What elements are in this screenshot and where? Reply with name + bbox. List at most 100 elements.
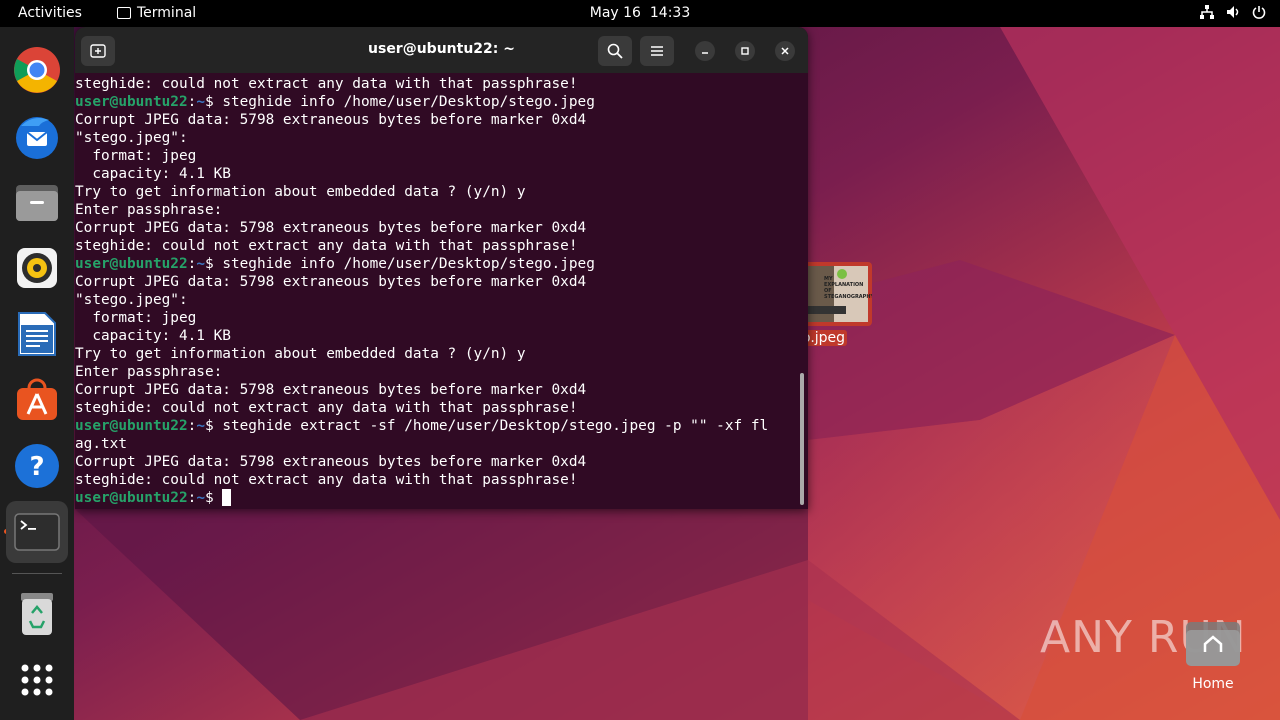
minimize-icon xyxy=(702,52,708,54)
prompt-symbol: $ xyxy=(204,418,214,434)
terminal-output-line: Enter passphrase: xyxy=(75,364,223,380)
maximize-button[interactable] xyxy=(735,41,755,61)
terminal-output-line: steghide: could not extract any data wit… xyxy=(75,400,578,416)
close-icon xyxy=(781,47,789,55)
desktop-file-stego[interactable]: MY EXPLANATION OF STEGANOGRAPHY o.jpeg xyxy=(800,262,874,346)
prompt-colon: : xyxy=(187,418,197,434)
activities-button[interactable]: Activities xyxy=(18,5,82,21)
dock-help[interactable]: ? xyxy=(12,441,62,491)
volume-icon xyxy=(1226,5,1240,23)
terminal-output-line: Corrupt JPEG data: 5798 extraneous bytes… xyxy=(75,454,587,470)
home-folder-icon xyxy=(1186,622,1240,666)
scrollbar[interactable] xyxy=(800,373,804,505)
file-thumbnail: MY EXPLANATION OF STEGANOGRAPHY xyxy=(800,262,872,326)
terminal-output-line: Try to get information about embedded da… xyxy=(75,184,526,200)
prompt-path: ~ xyxy=(196,490,205,506)
dock-show-apps[interactable] xyxy=(12,655,62,705)
top-bar: Activities Terminal May 16 14:33 xyxy=(0,0,1280,27)
search-icon xyxy=(607,43,623,59)
terminal-command-line: user@ubuntu22:~$ steghide info /home/use… xyxy=(75,255,808,273)
terminal-output-line: "stego.jpeg": xyxy=(75,130,188,146)
prompt-symbol: $ xyxy=(204,256,214,272)
prompt-path: ~ xyxy=(196,418,205,434)
command-text: steghide info /home/user/Desktop/stego.j… xyxy=(213,256,595,272)
apps-grid-icon xyxy=(21,664,53,696)
hamburger-icon xyxy=(651,46,663,56)
dock-files[interactable] xyxy=(12,177,62,227)
terminal-output-line: Corrupt JPEG data: 5798 extraneous bytes… xyxy=(75,382,587,398)
menu-button[interactable] xyxy=(640,36,674,66)
terminal-command-line: user@ubuntu22:~$ xyxy=(75,489,808,507)
prompt-path: ~ xyxy=(196,256,205,272)
app-center-icon xyxy=(17,378,57,420)
terminal-output-line: Enter passphrase: xyxy=(75,202,223,218)
terminal-command-line: user@ubuntu22:~$ steghide info /home/use… xyxy=(75,93,808,111)
thunderbird-icon xyxy=(16,117,58,159)
prompt-user: user@ubuntu22 xyxy=(75,94,188,110)
app-menu[interactable]: Terminal xyxy=(117,5,196,21)
prompt-user: user@ubuntu22 xyxy=(75,256,188,272)
terminal-window[interactable]: user@ubuntu22: ~ steghide: could not ext… xyxy=(75,27,808,509)
terminal-output[interactable]: steghide: could not extract any data wit… xyxy=(75,73,808,509)
network-icon xyxy=(1200,5,1214,23)
search-button[interactable] xyxy=(598,36,632,66)
home-label: Home xyxy=(1192,676,1234,692)
writer-icon xyxy=(18,312,56,356)
terminal-titlebar[interactable]: user@ubuntu22: ~ xyxy=(75,27,808,73)
terminal-output-line: format: jpeg xyxy=(75,148,197,164)
maximize-icon xyxy=(741,47,749,55)
terminal-output-line: Try to get information about embedded da… xyxy=(75,346,526,362)
terminal-output-line: Corrupt JPEG data: 5798 extraneous bytes… xyxy=(75,220,587,236)
close-button[interactable] xyxy=(775,41,795,61)
terminal-output-line: Corrupt JPEG data: 5798 extraneous bytes… xyxy=(75,274,587,290)
dock-rhythmbox[interactable] xyxy=(12,243,62,293)
dock-thunderbird[interactable] xyxy=(12,111,62,161)
time-label: 14:33 xyxy=(649,5,691,21)
files-icon xyxy=(16,185,58,221)
prompt-symbol: $ xyxy=(204,94,214,110)
terminal-output-line: format: jpeg xyxy=(75,310,197,326)
terminal-icon xyxy=(14,513,60,551)
minimize-button[interactable] xyxy=(695,41,715,61)
app-name-label: Terminal xyxy=(137,5,197,21)
svg-text:?: ? xyxy=(29,452,44,482)
text-cursor xyxy=(222,489,232,506)
terminal-icon xyxy=(117,7,131,19)
prompt-user: user@ubuntu22 xyxy=(75,418,188,434)
command-text: steghide extract -sf /home/user/Desktop/… xyxy=(213,418,769,434)
terminal-output-line: "stego.jpeg": xyxy=(75,292,188,308)
terminal-output-line: steghide: could not extract any data wit… xyxy=(75,238,578,254)
terminal-output-line: capacity: 4.1 KB xyxy=(75,328,231,344)
dock-chrome[interactable] xyxy=(12,45,62,95)
command-text: steghide info /home/user/Desktop/stego.j… xyxy=(213,94,595,110)
terminal-output-line: Corrupt JPEG data: 5798 extraneous bytes… xyxy=(75,112,587,128)
chrome-icon xyxy=(14,47,60,93)
terminal-output-line: capacity: 4.1 KB xyxy=(75,166,231,182)
terminal-output-line: ag.txt xyxy=(75,436,127,452)
prompt-colon: : xyxy=(187,94,197,110)
rhythmbox-icon xyxy=(17,248,57,288)
dock-app-center[interactable] xyxy=(12,375,62,425)
prompt-user: user@ubuntu22 xyxy=(75,490,188,506)
power-icon xyxy=(1252,5,1266,23)
date-label: May 16 xyxy=(589,5,641,21)
dock-trash[interactable] xyxy=(12,589,62,639)
terminal-output-line: steghide: could not extract any data wit… xyxy=(75,472,578,488)
clock-button[interactable]: May 16 14:33 xyxy=(590,5,690,21)
terminal-command-line: user@ubuntu22:~$ steghide extract -sf /h… xyxy=(75,417,808,435)
dock-terminal[interactable] xyxy=(6,501,68,563)
terminal-output-line: steghide: could not extract any data wit… xyxy=(75,76,578,92)
dock: ? xyxy=(0,27,74,720)
trash-icon xyxy=(21,593,53,635)
desktop-home[interactable]: Home xyxy=(1185,618,1241,692)
system-tray[interactable] xyxy=(1200,5,1266,23)
dock-separator xyxy=(12,573,62,574)
help-icon: ? xyxy=(15,444,59,488)
prompt-colon: : xyxy=(187,490,197,506)
prompt-symbol: $ xyxy=(204,490,214,506)
command-text xyxy=(214,490,223,506)
prompt-colon: : xyxy=(187,256,197,272)
dock-libreoffice-writer[interactable] xyxy=(12,309,62,359)
thumbnail-text: MY EXPLANATION OF STEGANOGRAPHY xyxy=(824,276,872,300)
prompt-path: ~ xyxy=(196,94,205,110)
